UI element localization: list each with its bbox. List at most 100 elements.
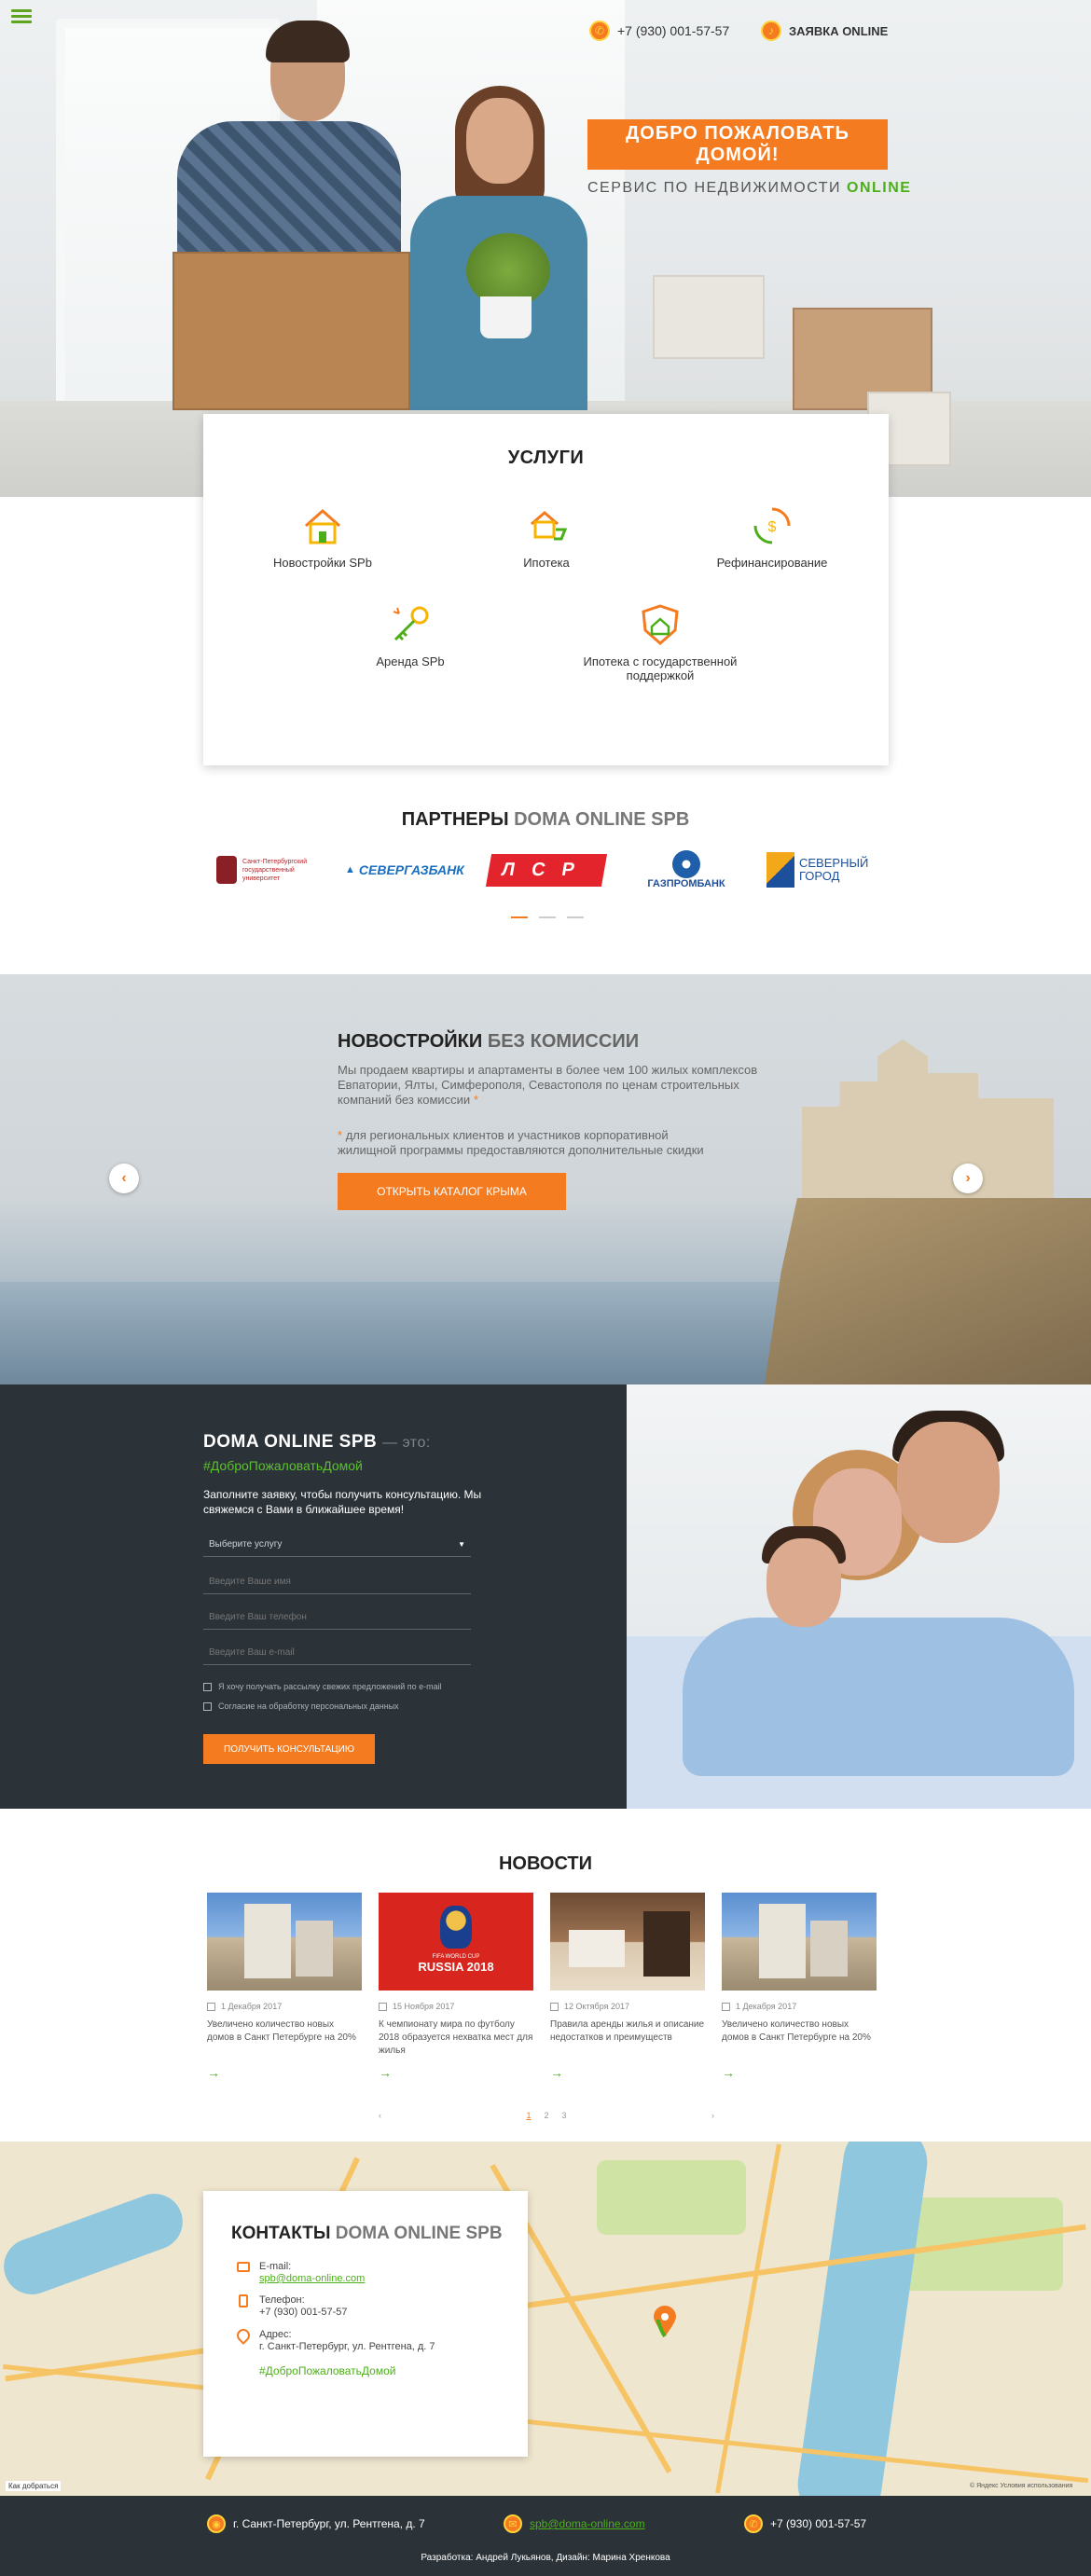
news-date: 1 Декабря 2017 (207, 2002, 362, 2011)
kitchen-decor (643, 1911, 690, 1977)
news-date: 15 Ноября 2017 (379, 2002, 533, 2011)
phone-link[interactable]: +7 (930) 001-57-57 (259, 2307, 347, 2319)
hamburger-menu-icon[interactable] (11, 9, 32, 24)
news-text: Увеличено количество новых домов в Санкт… (722, 2019, 871, 2043)
shield-house-icon (642, 604, 679, 645)
form-intro: Заполните заявку, чтобы получить консуль… (203, 1488, 482, 1516)
news-card[interactable]: 1 Декабря 2017 Увеличено количество новы… (722, 1893, 877, 2080)
pager-page[interactable]: 1 (526, 2111, 531, 2120)
map-copyright: © Яндекс Условия использования (970, 2483, 1073, 2489)
crimea-note: * для региональных клиентов и участников… (338, 1128, 704, 1157)
partner-logo-spbu[interactable]: Санкт-Петербургский государственный унив… (216, 847, 328, 893)
eagle-emblem-icon (216, 856, 237, 884)
crimea-title: НОВОСТРОЙКИ БЕЗ КОМИССИИ (338, 1031, 640, 1052)
calendar-icon (722, 2002, 730, 2011)
kitchen-decor (569, 1930, 625, 1967)
footer-email[interactable]: ✉ spb@doma-online.com (504, 2514, 645, 2533)
consent-checkbox[interactable]: Согласие на обработку персональных данны… (203, 1701, 399, 1711)
pager-page[interactable]: 2 (544, 2111, 548, 2120)
arrow-right-icon[interactable]: → (722, 2065, 877, 2080)
phone-icon: ✆ (744, 2514, 763, 2533)
mortgage-cart-icon (531, 511, 568, 541)
key-icon (393, 606, 429, 641)
map-pin-icon[interactable] (653, 2306, 677, 2337)
partner-logo-lsr[interactable]: ЛСР (485, 847, 607, 893)
news-text: Правила аренды жилья и описание недостат… (550, 2019, 705, 2043)
news-image[interactable] (550, 1893, 705, 1991)
email-input[interactable] (203, 1641, 471, 1665)
phone-icon (239, 2294, 248, 2307)
news-image[interactable] (722, 1893, 877, 1991)
checkbox-icon (203, 1701, 212, 1711)
news-image[interactable] (207, 1893, 362, 1991)
footer-address: ◉ г. Санкт-Петербург, ул. Рентгена, д. 7 (207, 2514, 425, 2533)
name-input[interactable] (203, 1570, 471, 1594)
building-decor (244, 1904, 291, 1978)
partner-logo-severgazbank[interactable]: ▲ СЕВЕРГАЗБАНК (345, 847, 466, 893)
newsletter-checkbox[interactable]: Я хочу получать рассылку свежих предложе… (203, 1682, 442, 1691)
phone-input[interactable] (203, 1605, 471, 1630)
mail-icon: ✉ (504, 2514, 522, 2533)
pager-next-icon[interactable]: › (711, 2111, 714, 2120)
partner-logo-gazprombank[interactable]: ГАЗПРОМБАНК (640, 847, 733, 893)
partner-logo-severny-gorod[interactable]: СЕВЕРНЫЙ ГОРОД (766, 847, 878, 893)
slider-prev-icon[interactable]: ‹ (109, 1164, 139, 1193)
arrow-right-icon[interactable]: → (379, 2065, 533, 2080)
contact-address: Адрес: г. Санкт-Петербург, ул. Рентгена,… (259, 2329, 435, 2352)
flame-icon: ▲ (345, 864, 355, 875)
river-decor (0, 2185, 191, 2303)
news-pagination: ‹ 1 2 3 › (379, 2111, 714, 2120)
carousel-dot[interactable] (539, 916, 556, 918)
carousel-dot[interactable] (567, 916, 584, 918)
cardboard-box (173, 252, 410, 410)
header-request-link[interactable]: ♪ ЗАЯВКА ONLINE (761, 21, 888, 41)
service-item-rent[interactable]: Аренда SPb (317, 602, 504, 668)
hero-tagline: СЕРВИС ПО НЕДВИЖИМОСТИ ONLINE (587, 180, 912, 196)
globe-icon (672, 850, 700, 878)
house-icon (305, 508, 340, 544)
park-decor (597, 2160, 746, 2235)
header-phone[interactable]: ✆ +7 (930) 001-57-57 (589, 21, 729, 41)
service-item-new-buildings[interactable]: Новостройки SPb (229, 503, 416, 570)
arrow-right-icon[interactable]: → (550, 2065, 705, 2080)
open-crimea-catalog-button[interactable]: ОТКРЫТЬ КАТАЛОГ КРЫМА (338, 1173, 566, 1210)
family-photo (627, 1384, 1091, 1809)
news-title: НОВОСТИ (498, 1853, 593, 1874)
news-card[interactable]: 1 Декабря 2017 Увеличено количество новы… (207, 1893, 362, 2080)
carousel-dot[interactable] (511, 916, 528, 918)
contacts-title: КОНТАКТЫ DOMA ONLINE SPB (231, 2224, 503, 2243)
map[interactable]: Как добраться © Яндекс Условия использов… (0, 2142, 1091, 2496)
checkbox-icon (203, 1682, 212, 1691)
footer-phone[interactable]: ✆ +7 (930) 001-57-57 (744, 2514, 866, 2533)
chevron-down-icon: ▼ (458, 1540, 465, 1549)
map-route-link[interactable]: Как добраться (6, 2481, 62, 2491)
contact-phone: Телефон: +7 (930) 001-57-57 (259, 2294, 348, 2319)
form-title: DOMA ONLINE SPB — это: (203, 1432, 431, 1452)
get-consultation-button[interactable]: ПОЛУЧИТЬ КОНСУЛЬТАЦИЮ (203, 1734, 375, 1764)
footer-credit: Разработка: Андрей Лукьянов, Дизайн: Мар… (421, 2553, 670, 2563)
location-icon: ◉ (207, 2514, 226, 2533)
service-item-refinancing[interactable]: $ Рефинансирование (679, 503, 865, 570)
trophy-emblem-icon (440, 1906, 472, 1949)
email-link[interactable]: spb@doma-online.com (259, 2273, 365, 2285)
news-text: К чемпионату мира по футболу 2018 образу… (379, 2019, 533, 2056)
news-card[interactable]: FIFA WORLD CUP RUSSIA 2018 15 Ноября 201… (379, 1893, 533, 2080)
arrow-right-icon[interactable]: → (207, 2065, 362, 2080)
welcome-button[interactable]: ДОБРО ПОЖАЛОВАТЬ ДОМОЙ! (587, 119, 888, 170)
slider-next-icon[interactable]: › (953, 1164, 983, 1193)
service-select[interactable]: Выберите услугу ▼ (203, 1533, 471, 1557)
road-decor (5, 2224, 1086, 2382)
calendar-icon (379, 2002, 387, 2011)
news-date: 1 Декабря 2017 (722, 2002, 877, 2011)
partners-carousel-dots (511, 916, 584, 918)
woman-figure (466, 98, 533, 184)
cliff-decor (765, 1198, 1091, 1384)
news-card[interactable]: 12 Октября 2017 Правила аренды жилья и о… (550, 1893, 705, 2080)
pager-prev-icon[interactable]: ‹ (379, 2111, 381, 2120)
service-item-state-support[interactable]: Ипотека с государственной поддержкой (567, 602, 753, 682)
news-image[interactable]: FIFA WORLD CUP RUSSIA 2018 (379, 1893, 533, 1991)
service-item-mortgage[interactable]: Ипотека (453, 503, 640, 570)
services-title: УСЛУГИ (507, 448, 585, 468)
mail-icon (237, 2262, 250, 2272)
pager-page[interactable]: 3 (562, 2111, 567, 2120)
